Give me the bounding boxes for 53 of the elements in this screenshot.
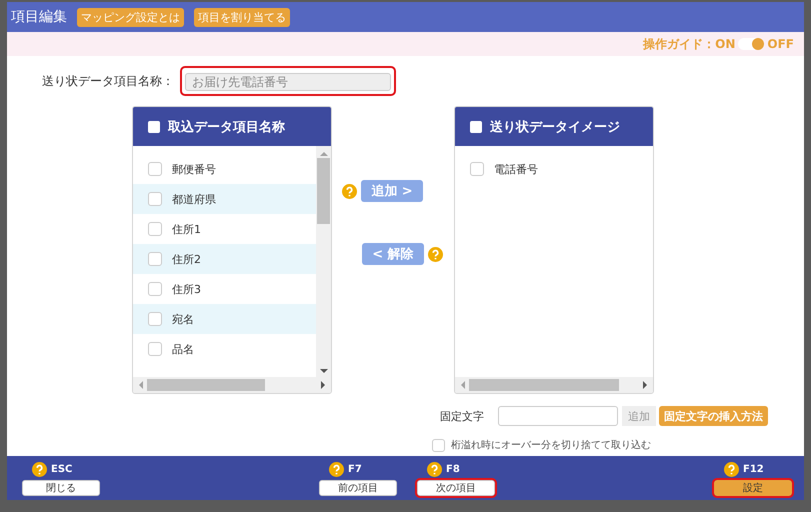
footer-button[interactable]: 閉じる bbox=[22, 480, 100, 496]
shortcut-key-label: F12 bbox=[743, 464, 764, 475]
row-label: 宛名 bbox=[172, 312, 194, 326]
checkbox[interactable] bbox=[432, 438, 445, 452]
checkbox[interactable] bbox=[148, 282, 162, 296]
row-label: 住所1 bbox=[172, 222, 201, 236]
help-icon[interactable] bbox=[724, 462, 739, 477]
shortcut-key-label: ESC bbox=[51, 464, 72, 475]
list-row[interactable]: 都道府県 bbox=[133, 184, 316, 214]
guide-off-label: OFF bbox=[767, 37, 794, 51]
checkbox[interactable] bbox=[148, 342, 162, 356]
help-icon[interactable] bbox=[427, 462, 442, 477]
row-label: 住所2 bbox=[172, 252, 201, 266]
row-label: 電話番号 bbox=[494, 162, 538, 176]
row-label: 品名 bbox=[172, 342, 194, 356]
field-label: 送り状データ項目名称： bbox=[42, 72, 174, 90]
shortcut-key-label: F8 bbox=[446, 464, 460, 475]
list-row[interactable]: 電話番号 bbox=[455, 154, 653, 184]
checkbox[interactable] bbox=[148, 120, 160, 132]
vertical-scrollbar[interactable] bbox=[316, 146, 331, 377]
row-label: 都道府県 bbox=[172, 192, 216, 206]
panel-title: 送り状データイメージ bbox=[490, 118, 620, 136]
checkbox[interactable] bbox=[470, 120, 482, 132]
list-row[interactable]: 品名 bbox=[133, 334, 316, 364]
shortcut-key-label: F7 bbox=[348, 464, 362, 475]
checkbox[interactable] bbox=[470, 162, 484, 176]
horizontal-scrollbar[interactable] bbox=[133, 377, 331, 393]
footer-button[interactable]: 次の項目 bbox=[417, 480, 495, 496]
row-label: 郵便番号 bbox=[172, 162, 216, 176]
list-row[interactable]: 住所3 bbox=[133, 274, 316, 304]
panel-title: 取込データ項目名称 bbox=[168, 118, 285, 136]
name-field[interactable]: お届け先電話番号 bbox=[180, 66, 396, 96]
list-row[interactable]: 住所2 bbox=[133, 244, 316, 274]
list-row[interactable]: 住所1 bbox=[133, 214, 316, 244]
guide-label: 操作ガイド：ON bbox=[643, 36, 736, 52]
fixed-text-field[interactable] bbox=[498, 406, 618, 426]
dialog-title: 項目編集 bbox=[11, 8, 67, 26]
list-row[interactable]: 宛名 bbox=[133, 304, 316, 334]
checkbox[interactable] bbox=[148, 192, 162, 206]
checkbox[interactable] bbox=[148, 162, 162, 176]
footer-button[interactable]: 設定 bbox=[714, 480, 792, 496]
checkbox[interactable] bbox=[148, 312, 162, 326]
help-icon[interactable] bbox=[329, 462, 344, 477]
option-label: 桁溢れ時にオーバー分を切り捨てて取り込む bbox=[451, 438, 651, 452]
help-icon[interactable] bbox=[32, 462, 47, 477]
checkbox[interactable] bbox=[148, 222, 162, 236]
horizontal-scrollbar[interactable] bbox=[455, 377, 653, 393]
list-row[interactable]: 郵便番号 bbox=[133, 154, 316, 184]
guide-toggle[interactable] bbox=[738, 38, 764, 50]
row-label: 住所3 bbox=[172, 282, 201, 296]
footer-button[interactable]: 前の項目 bbox=[319, 480, 397, 496]
checkbox[interactable] bbox=[148, 252, 162, 266]
fixed-text-label: 固定文字 bbox=[440, 408, 485, 424]
